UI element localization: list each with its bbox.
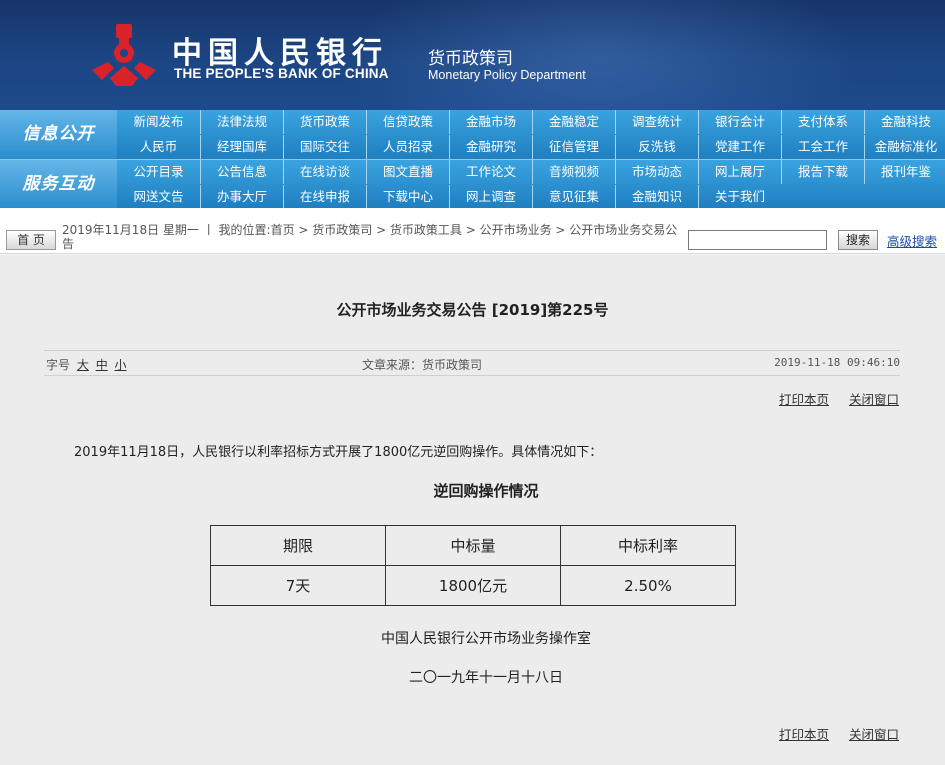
font-size-small-link[interactable]: 小 (115, 358, 127, 372)
nav-item[interactable]: 网上展厅 (698, 160, 781, 184)
department-name-en: Monetary Policy Department (428, 68, 586, 82)
nav-service-grid: 公开目录 公告信息 在线访谈 图文直播 工作论文 音频视频 市场动态 网上展厅 报告下载 报刊年鉴… (117, 160, 945, 209)
article-source: 文章来源：货币政策司 (362, 358, 483, 372)
nav-item[interactable]: 货币政策 (283, 110, 366, 134)
nav-item[interactable]: 意见征集 (532, 185, 615, 209)
nav-item[interactable]: 网上调查 (449, 185, 532, 209)
table-row: 7天 1800亿元 2.50% (210, 565, 736, 606)
print-page-link[interactable]: 打印本页 (779, 392, 829, 407)
nav-item[interactable]: 公开目录 (117, 160, 200, 184)
table-cell-term: 7天 (210, 565, 386, 606)
article-actions-top: 打印本页 关闭窗口 (763, 389, 899, 408)
nav-item[interactable]: 征信管理 (532, 135, 615, 159)
nav-item[interactable]: 支付体系 (781, 110, 864, 134)
nav-item[interactable]: 经理国库 (200, 135, 283, 159)
nav-item[interactable]: 报告下载 (781, 160, 864, 184)
article-signature: 中国人民银行公开市场业务操作室 (381, 631, 591, 647)
table-title: 逆回购操作情况 (433, 482, 539, 500)
article-timestamp: 2019-11-18 09:46:10 (774, 356, 900, 369)
nav-service-title[interactable]: 服务互动 (0, 160, 117, 209)
nav-item[interactable]: 银行会计 (698, 110, 781, 134)
nav-item[interactable]: 金融研究 (449, 135, 532, 159)
department-name-cn: 货币政策司 (428, 49, 513, 69)
nav-item[interactable]: 音频视频 (532, 160, 615, 184)
nav-service-section: 服务互动 公开目录 公告信息 在线访谈 图文直播 工作论文 音频视频 市场动态 网上展厅 报告下… (0, 159, 945, 209)
article-date: 二〇一九年十一月十八日 (409, 670, 563, 686)
nav-item[interactable]: 法律法规 (200, 110, 283, 134)
nav-item[interactable]: 在线申报 (283, 185, 366, 209)
breadcrumb: 2019年11月18日 星期一 丨 我的位置:首页 > 货币政策司 > 货币政策… (62, 223, 678, 251)
nav-item[interactable]: 下载中心 (366, 185, 449, 209)
nav-item[interactable]: 工会工作 (781, 135, 864, 159)
nav-item[interactable]: 调查统计 (615, 110, 698, 134)
advanced-search-link[interactable]: 高级搜索 (887, 231, 937, 250)
nav-info-grid: 新闻发布 法律法规 货币政策 信贷政策 金融市场 金融稳定 调查统计 银行会计 支付体系 金融科技… (117, 110, 945, 159)
table-header-row: 期限 中标量 中标利率 (210, 525, 736, 566)
bank-name-en: THE PEOPLE'S BANK OF CHINA (174, 66, 389, 81)
nav-item[interactable]: 在线访谈 (283, 160, 366, 184)
home-button[interactable]: 首 页 (6, 230, 56, 250)
article-meta-bar: 字号 大 中 小 文章来源：货币政策司 2019-11-18 09:46:10 (44, 350, 900, 376)
search-button[interactable]: 搜索 (838, 230, 878, 250)
search-input[interactable] (688, 230, 827, 250)
nav-item[interactable]: 网送文告 (117, 185, 200, 209)
close-window-link[interactable]: 关闭窗口 (849, 392, 899, 407)
table-header-term: 期限 (210, 525, 386, 566)
reverse-repo-table: 期限 中标量 中标利率 7天 1800亿元 2.50% (210, 525, 736, 606)
site-banner: 中国人民银行 THE PEOPLE'S BANK OF CHINA 货币政策司 … (0, 0, 945, 110)
close-window-link[interactable]: 关闭窗口 (849, 727, 899, 742)
nav-item[interactable]: 金融市场 (449, 110, 532, 134)
article-actions-bottom: 打印本页 关闭窗口 (763, 724, 899, 743)
banner-glow (340, 0, 860, 110)
nav-item[interactable]: 人员招录 (366, 135, 449, 159)
nav-item[interactable]: 党建工作 (698, 135, 781, 159)
nav-item[interactable]: 关于我们 (698, 185, 781, 209)
table-header-rate: 中标利率 (560, 525, 736, 566)
nav-item[interactable]: 金融科技 (864, 110, 945, 134)
pboc-logo-icon[interactable] (88, 22, 160, 88)
nav-item[interactable]: 新闻发布 (117, 110, 200, 134)
nav-item[interactable]: 金融标准化 (864, 135, 945, 159)
main-navigation: 信息公开 新闻发布 法律法规 货币政策 信贷政策 金融市场 金融稳定 调查统计 银行会计 支付体… (0, 110, 945, 209)
nav-item[interactable]: 金融稳定 (532, 110, 615, 134)
nav-item[interactable]: 人民币 (117, 135, 200, 159)
nav-item[interactable]: 市场动态 (615, 160, 698, 184)
article-content: 公开市场业务交易公告 [2019]第225号 字号 大 中 小 文章来源：货币政… (0, 255, 945, 765)
breadcrumb-bar: 首 页 2019年11月18日 星期一 丨 我的位置:首页 > 货币政策司 > … (0, 208, 945, 254)
article-title: 公开市场业务交易公告 [2019]第225号 (336, 301, 609, 319)
nav-item[interactable]: 办事大厅 (200, 185, 283, 209)
nav-item[interactable]: 报刊年鉴 (864, 160, 945, 184)
table-cell-rate: 2.50% (560, 565, 736, 606)
nav-info-title[interactable]: 信息公开 (0, 110, 117, 159)
nav-item[interactable]: 工作论文 (449, 160, 532, 184)
font-size-label: 字号 (46, 358, 71, 372)
font-size-controls: 字号 大 中 小 (46, 356, 127, 373)
nav-item[interactable]: 国际交往 (283, 135, 366, 159)
font-size-large-link[interactable]: 大 (77, 358, 89, 372)
article-paragraph: 2019年11月18日，人民银行以利率招标方式开展了1800亿元逆回购操作。具体… (74, 445, 603, 460)
print-page-link[interactable]: 打印本页 (779, 727, 829, 742)
nav-info-section: 信息公开 新闻发布 法律法规 货币政策 信贷政策 金融市场 金融稳定 调查统计 银行会计 支付体… (0, 110, 945, 159)
nav-item[interactable]: 图文直播 (366, 160, 449, 184)
nav-item[interactable]: 反洗钱 (615, 135, 698, 159)
table-cell-amount: 1800亿元 (385, 565, 561, 606)
font-size-medium-link[interactable]: 中 (96, 358, 108, 372)
nav-item[interactable]: 金融知识 (615, 185, 698, 209)
table-header-amount: 中标量 (385, 525, 561, 566)
nav-item[interactable]: 公告信息 (200, 160, 283, 184)
nav-item[interactable]: 信贷政策 (366, 110, 449, 134)
